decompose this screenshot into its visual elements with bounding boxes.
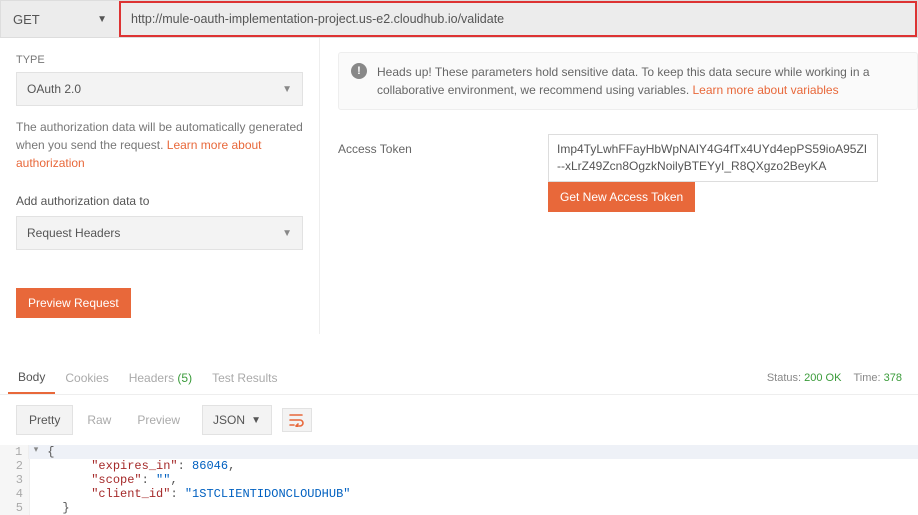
tab-cookies[interactable]: Cookies bbox=[55, 363, 118, 393]
authorization-panel: TYPE OAuth 2.0 ▼ The authorization data … bbox=[0, 38, 320, 334]
caret-down-icon: ▼ bbox=[251, 415, 261, 426]
request-url-input[interactable]: http://mule-oauth-implementation-project… bbox=[119, 1, 917, 37]
sensitive-data-alert: ! Heads up! These parameters hold sensit… bbox=[338, 52, 918, 110]
auth-help-text: The authorization data will be automatic… bbox=[16, 118, 303, 172]
view-preview-button[interactable]: Preview bbox=[125, 406, 192, 434]
wrap-lines-icon[interactable] bbox=[282, 408, 312, 432]
add-auth-data-label: Add authorization data to bbox=[16, 192, 303, 210]
auth-type-value: OAuth 2.0 bbox=[27, 82, 81, 96]
http-method-value: GET bbox=[13, 12, 40, 27]
tab-body[interactable]: Body bbox=[8, 362, 55, 394]
caret-down-icon: ▼ bbox=[282, 84, 292, 95]
response-tabs: Body Cookies Headers (5) Test Results St… bbox=[0, 354, 918, 395]
info-icon: ! bbox=[351, 63, 367, 79]
view-pretty-button[interactable]: Pretty bbox=[16, 405, 73, 435]
status-code: 200 OK bbox=[804, 372, 841, 384]
alert-text: Heads up! These parameters hold sensitiv… bbox=[377, 63, 905, 99]
request-url-value: http://mule-oauth-implementation-project… bbox=[131, 12, 504, 26]
auth-type-select[interactable]: OAuth 2.0 ▼ bbox=[16, 72, 303, 106]
add-auth-data-value: Request Headers bbox=[27, 226, 120, 240]
add-auth-data-select[interactable]: Request Headers ▼ bbox=[16, 216, 303, 250]
access-token-input[interactable] bbox=[548, 134, 878, 182]
tab-headers[interactable]: Headers (5) bbox=[119, 363, 202, 393]
caret-down-icon: ▼ bbox=[282, 228, 292, 239]
response-time: 378 bbox=[884, 372, 902, 384]
preview-request-button[interactable]: Preview Request bbox=[16, 288, 131, 318]
access-token-label: Access Token bbox=[338, 134, 548, 212]
view-raw-button[interactable]: Raw bbox=[75, 406, 123, 434]
response-format-select[interactable]: JSON ▼ bbox=[202, 405, 272, 435]
caret-down-icon: ▼ bbox=[97, 14, 107, 25]
http-method-select[interactable]: GET ▼ bbox=[1, 1, 119, 37]
auth-type-label: TYPE bbox=[16, 54, 303, 66]
response-status: Status: 200 OK Time: 378 bbox=[767, 372, 902, 384]
tab-test-results[interactable]: Test Results bbox=[202, 363, 287, 393]
response-body: 1{ 2 "expires_in": 86046, 3 "scope": "",… bbox=[0, 445, 918, 515]
get-new-access-token-button[interactable]: Get New Access Token bbox=[548, 182, 695, 212]
auth-details-panel: ! Heads up! These parameters hold sensit… bbox=[320, 38, 918, 334]
response-view-toolbar: Pretty Raw Preview JSON ▼ bbox=[0, 395, 918, 445]
request-bar: GET ▼ http://mule-oauth-implementation-p… bbox=[0, 0, 918, 38]
learn-more-variables-link[interactable]: Learn more about variables bbox=[693, 83, 839, 97]
